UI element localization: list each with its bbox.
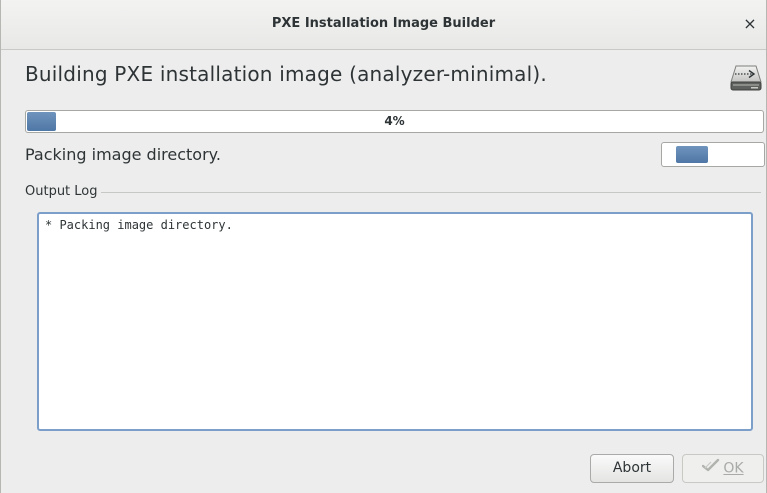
drive-export-icon <box>730 58 762 92</box>
window-title: PXE Installation Image Builder <box>271 16 496 31</box>
progress-percent: 4% <box>384 114 405 128</box>
dialog-window: PXE Installation Image Builder × Buildin… <box>0 0 767 493</box>
close-button[interactable]: × <box>741 15 759 33</box>
build-heading: Building PXE installation image (analyze… <box>25 62 547 86</box>
output-log-frame-line <box>101 192 761 193</box>
ok-button-label: OK <box>723 460 744 477</box>
output-log-textarea[interactable]: * Packing image directory. <box>37 212 753 431</box>
title-bar[interactable]: PXE Installation Image Builder × <box>1 0 766 50</box>
ok-button[interactable]: OK <box>682 454 764 483</box>
abort-button[interactable]: Abort <box>590 454 674 483</box>
overall-progress-bar: 4% <box>25 110 764 133</box>
checkmark-icon <box>702 455 720 482</box>
activity-progress-bar <box>661 142 765 167</box>
output-log-label: Output Log <box>25 184 101 199</box>
activity-pulse <box>676 146 708 163</box>
status-text: Packing image directory. <box>25 145 221 164</box>
